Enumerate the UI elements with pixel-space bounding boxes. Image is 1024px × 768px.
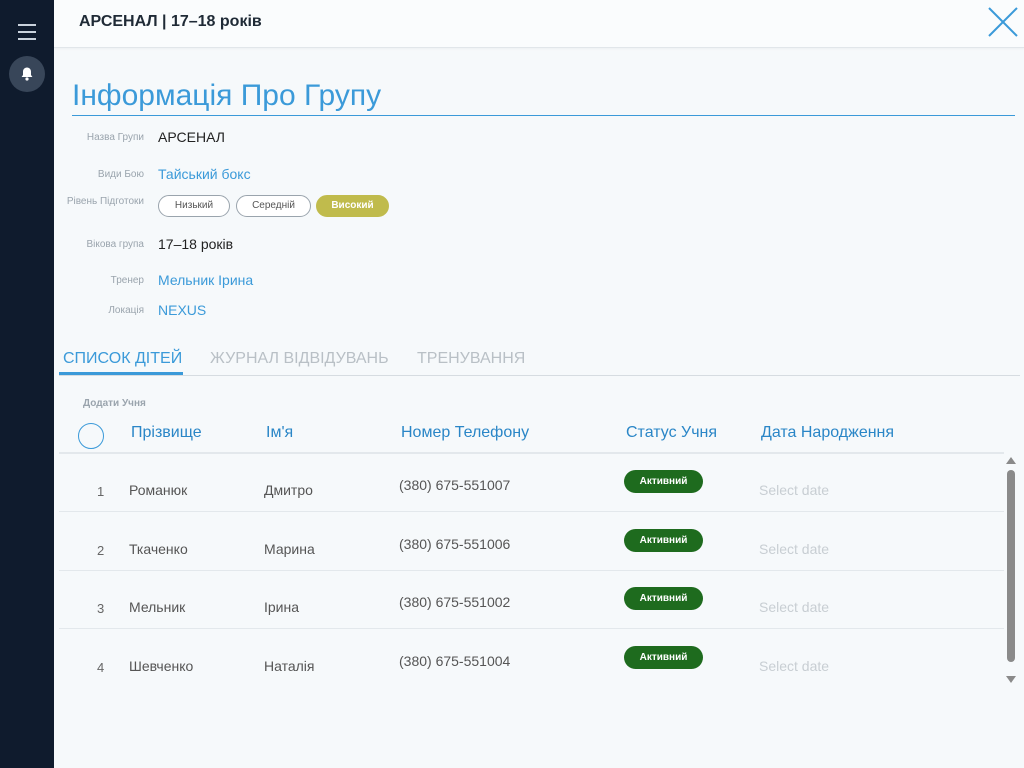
phone-cell: (380) 675-551007 bbox=[399, 477, 511, 493]
surname-cell: Ткаченко bbox=[129, 541, 188, 557]
info-row-combat-type: Види Бою Тайський бокс bbox=[54, 164, 954, 188]
window-title: АРСЕНАЛ | 17–18 років bbox=[79, 13, 262, 30]
birthdate-picker[interactable]: Select date bbox=[759, 482, 829, 498]
table-row[interactable]: 1 Романюк Дмитро (380) 675-551007 Активн… bbox=[59, 454, 1004, 512]
info-row-coach: Тренер Мельник Ірина bbox=[54, 270, 954, 294]
surname-cell: Шевченко bbox=[129, 658, 194, 674]
phone-cell: (380) 675-551002 bbox=[399, 594, 511, 610]
name-cell: Ірина bbox=[264, 599, 300, 615]
info-label: Види Бою bbox=[97, 169, 144, 180]
table-row[interactable]: 2 Ткаченко Марина (380) 675-551006 Актив… bbox=[59, 513, 1004, 571]
status-badge[interactable]: Активний bbox=[624, 646, 703, 669]
notifications-button[interactable] bbox=[9, 56, 45, 92]
column-header-status[interactable]: Статус Учня bbox=[626, 424, 717, 442]
main-panel: АРСЕНАЛ | 17–18 років Інформація Про Гру… bbox=[54, 0, 1024, 768]
birthdate-picker[interactable]: Select date bbox=[759, 541, 829, 557]
name-cell: Марина bbox=[264, 541, 315, 557]
tab-attendance-log[interactable]: ЖУРНАЛ ВІДВІДУВАНЬ bbox=[210, 350, 389, 368]
tab-trainings[interactable]: ТРЕНУВАННЯ bbox=[417, 350, 525, 368]
row-number: 4 bbox=[97, 660, 105, 675]
combat-type-link[interactable]: Тайський бокс bbox=[158, 166, 251, 182]
table-row[interactable]: 3 Мельник Ірина (380) 675-551002 Активни… bbox=[59, 571, 1004, 629]
birthdate-picker[interactable]: Select date bbox=[759, 658, 829, 674]
phone-cell: (380) 675-551004 bbox=[399, 653, 511, 669]
scroll-down-arrow-icon[interactable] bbox=[1006, 676, 1016, 683]
info-label: Локація bbox=[108, 305, 144, 316]
bell-icon bbox=[21, 67, 33, 81]
row-number: 2 bbox=[97, 543, 105, 558]
column-header-surname[interactable]: Прізвище bbox=[131, 424, 202, 442]
surname-cell: Мельник bbox=[129, 599, 186, 615]
level-medium-button[interactable]: Середній bbox=[236, 195, 311, 217]
scrollbar-thumb[interactable] bbox=[1007, 470, 1015, 662]
level-low-button[interactable]: Низький bbox=[158, 195, 230, 217]
group-name-value: АРСЕНАЛ bbox=[158, 129, 225, 145]
column-header-phone[interactable]: Номер Телефону bbox=[401, 424, 529, 442]
age-group-value: 17–18 років bbox=[158, 236, 234, 252]
status-badge[interactable]: Активний bbox=[624, 529, 703, 552]
hamburger-menu-icon[interactable] bbox=[18, 24, 36, 40]
info-label: Вікова група bbox=[86, 239, 144, 250]
location-link[interactable]: NEXUS bbox=[158, 302, 206, 318]
info-label: Тренер bbox=[110, 275, 144, 286]
select-all-checkbox[interactable] bbox=[78, 423, 104, 449]
tab-children-list[interactable]: СПИСОК ДІТЕЙ bbox=[63, 350, 182, 368]
column-header-birthdate[interactable]: Дата Народження bbox=[761, 424, 894, 442]
sidebar bbox=[0, 0, 54, 768]
scroll-up-arrow-icon[interactable] bbox=[1006, 457, 1016, 464]
status-badge[interactable]: Активний bbox=[624, 470, 703, 493]
name-cell: Наталія bbox=[264, 658, 315, 674]
row-number: 1 bbox=[97, 484, 105, 499]
info-row-group-name: Назва Групи АРСЕНАЛ bbox=[54, 128, 954, 152]
info-row-age-group: Вікова група 17–18 років bbox=[54, 234, 954, 258]
tabs-divider bbox=[59, 375, 1020, 376]
row-number: 3 bbox=[97, 601, 105, 616]
name-cell: Дмитро bbox=[264, 482, 313, 498]
info-label: Назва Групи bbox=[86, 132, 144, 143]
close-icon[interactable] bbox=[986, 5, 1020, 39]
info-label: Рівень Підготоки bbox=[66, 196, 144, 207]
add-student-button[interactable]: Додати Учня bbox=[83, 398, 146, 409]
info-row-location: Локація NEXUS bbox=[54, 300, 954, 324]
level-high-button[interactable]: Високий bbox=[316, 195, 389, 217]
surname-cell: Романюк bbox=[129, 482, 188, 498]
window-header: АРСЕНАЛ | 17–18 років bbox=[54, 0, 1024, 48]
phone-cell: (380) 675-551006 bbox=[399, 536, 511, 552]
birthdate-picker[interactable]: Select date bbox=[759, 599, 829, 615]
coach-link[interactable]: Мельник Ірина bbox=[158, 272, 253, 288]
title-divider bbox=[72, 115, 1015, 116]
table-row[interactable]: 4 Шевченко Наталія (380) 675-551004 Акти… bbox=[59, 630, 1004, 688]
section-title: Інформація Про Групу bbox=[72, 79, 382, 112]
column-header-name[interactable]: Ім'я bbox=[266, 424, 293, 442]
status-badge[interactable]: Активний bbox=[624, 587, 703, 610]
